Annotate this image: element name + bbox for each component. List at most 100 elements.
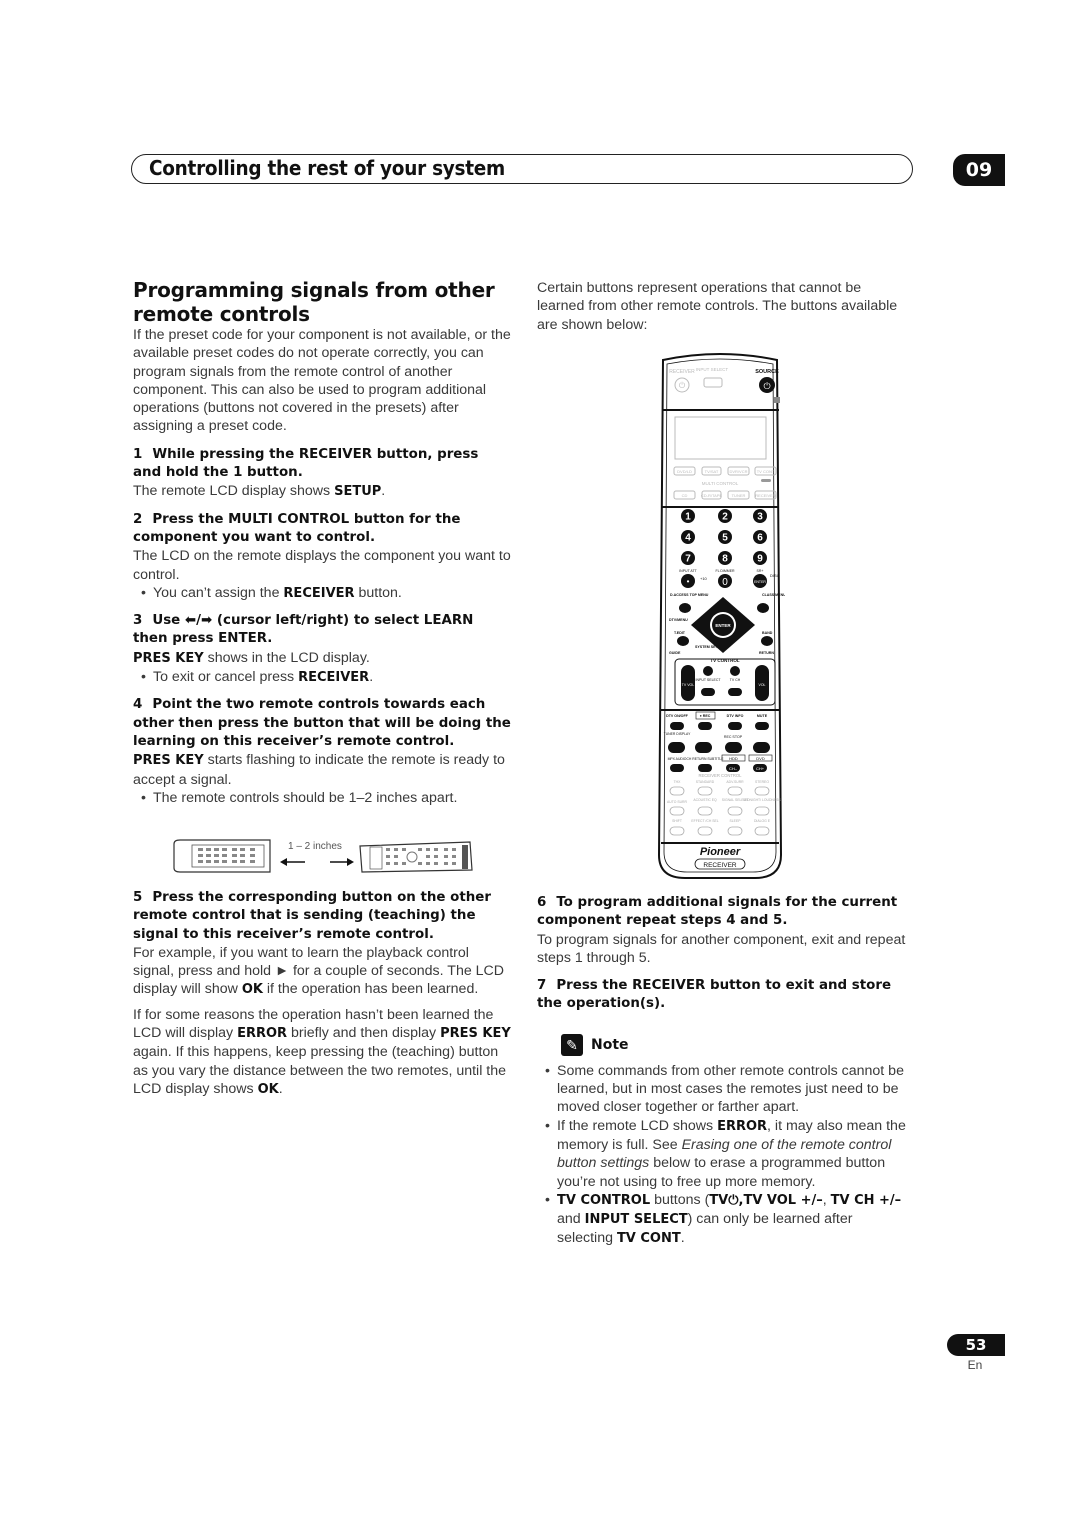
svg-text:SHIFT: SHIFT [672, 819, 682, 823]
step-3-bullet: To exit or cancel press RECEIVER. [133, 668, 511, 687]
svg-text:DTV/MENU: DTV/MENU [669, 618, 688, 622]
left-column: Programming signals from other remote co… [133, 278, 511, 807]
svg-text:TV CONTROL: TV CONTROL [710, 658, 739, 663]
svg-text:VOL: VOL [758, 683, 765, 687]
step-7-title: 7 Press the RECEIVER button to exit and s… [537, 978, 892, 1012]
page-number: 53 [947, 1334, 1005, 1356]
power-icon: ⏻ [763, 381, 770, 391]
step-6-body: To program signals for another component… [537, 931, 906, 966]
svg-text:ADV.SURR: ADV.SURR [726, 780, 744, 784]
svg-text:TUNER DISPLAY: TUNER DISPLAY [664, 732, 691, 736]
svg-text:SR+: SR+ [757, 569, 764, 573]
svg-text:CH–: CH– [729, 766, 738, 771]
svg-text:ACOUSTIC EQ: ACOUSTIC EQ [693, 798, 717, 802]
svg-text:TV CONT: TV CONT [757, 469, 775, 474]
right-intro-paragraph: Certain buttons represent operations tha… [537, 280, 898, 333]
step-5-paragraph-1: For example, if you want to learn the pl… [133, 944, 505, 998]
svg-text:BAND: BAND [762, 631, 773, 635]
note-label: Note [591, 1036, 629, 1053]
svg-text:INPUT ATT: INPUT ATT [679, 569, 697, 573]
step-5-paragraph-2: If for some reasons the operation hasn’t… [133, 1006, 511, 1097]
step-4-title: 4 Point the two remote controls towards e… [133, 697, 511, 749]
svg-text:DVD/LD: DVD/LD [677, 469, 692, 474]
svg-text:FL DIMMER: FL DIMMER [715, 569, 735, 573]
ir-sensor-icon [774, 397, 780, 403]
svg-text:CD-R/TAPE: CD-R/TAPE [701, 493, 723, 498]
step-1-title: 1 While pressing the RECEIVER button, pre… [133, 446, 479, 481]
svg-text:CH+: CH+ [756, 766, 765, 771]
svg-text:TV CH: TV CH [730, 678, 741, 682]
step-2-bullet: You can’t assign the RECEIVER button. [133, 584, 511, 603]
section-heading: Programming signals from other remote co… [133, 278, 495, 326]
step-1-body: The remote LCD display shows SETUP. [133, 483, 386, 500]
receiver-button-label: RECEIVER [703, 862, 737, 869]
svg-text:REC STOP: REC STOP [724, 735, 743, 739]
step-4-body: PRES KEY starts flashing to indicate the… [133, 752, 505, 788]
note-header: ✎ Note [561, 1033, 909, 1056]
svg-text:THX: THX [674, 780, 682, 784]
digit-label: 8 [722, 554, 728, 565]
svg-text:HDD: HDD [729, 756, 738, 761]
svg-text:CLASS MENU: CLASS MENU [762, 593, 785, 597]
note-bullet-2: If the remote LCD shows ERROR, it may al… [537, 1117, 909, 1191]
source-label: SOURCE [755, 369, 779, 375]
svg-text:0: 0 [722, 577, 728, 588]
step-2-title: 2 Press the MULTI CONTROL button for the … [133, 511, 461, 545]
receiver-remote-diagram: RECEIVER ⏻ INPUT SELECT SOURCE ⏻ DVD/LD … [657, 353, 785, 879]
enter-label: ENTER [715, 623, 731, 628]
chapter-title: Controlling the rest of your system [149, 156, 505, 180]
remotes-distance-illustration: 1 – 2 inches [173, 839, 473, 873]
svg-text:● REC: ● REC [700, 714, 711, 718]
step-4-bullet: The remote controls should be 1–2 inches… [133, 789, 511, 808]
svg-text:•: • [687, 577, 690, 586]
svg-text:T.EDIT: T.EDIT [674, 631, 686, 635]
note-bullet-1: Some commands from other remote controls… [537, 1062, 909, 1117]
digit-label: 3 [757, 512, 763, 523]
svg-text:DVD: DVD [756, 756, 765, 761]
step-5-title: 5 Press the corresponding button on the o… [133, 890, 491, 942]
intro-paragraph: If the preset code for your component is… [133, 327, 511, 435]
page-language: En [967, 1358, 983, 1372]
input-select-label: INPUT SELECT [696, 367, 728, 372]
digit-label: 1 [685, 512, 691, 523]
digit-label: 6 [757, 533, 763, 544]
svg-text:D.ACCESS TOP MENU: D.ACCESS TOP MENU [670, 593, 709, 597]
step-3-body: PRES KEY shows in the LCD display. [133, 649, 370, 666]
step-2-body: The LCD on the remote displays the compo… [133, 548, 511, 583]
teaching-remote-icon [173, 839, 271, 873]
svg-text:DTV ON/OFF: DTV ON/OFF [666, 714, 689, 718]
svg-text:+10: +10 [700, 576, 708, 581]
digit-label: 4 [685, 533, 691, 544]
svg-text:DTV INFO: DTV INFO [727, 714, 744, 718]
svg-text:MPX AUDIO: MPX AUDIO [668, 757, 687, 761]
svg-text:STEREO: STEREO [755, 780, 769, 784]
receiver-power-label: RECEIVER [669, 369, 695, 375]
right-column-lower: 6 To program additional signals for the c… [537, 894, 909, 1249]
multi-control-label: MULTI CONTROL [702, 481, 739, 486]
input-select-button [703, 377, 723, 388]
svg-text:RECEIVER: RECEIVER [755, 493, 776, 498]
svg-text:STANDARD: STANDARD [696, 780, 715, 784]
svg-text:CD: CD [682, 493, 688, 498]
receiver-remote-icon [359, 841, 473, 873]
right-intro: Certain buttons represent operations tha… [537, 279, 907, 334]
left-column-lower: 5 Press the corresponding button on the o… [133, 889, 511, 1099]
step-3-title: 3 Use ⬅/➡ (cursor left/right) to select L… [133, 613, 474, 647]
pencil-note-icon: ✎ [561, 1033, 583, 1056]
chapter-header-bar: Controlling the rest of your system [131, 154, 913, 184]
svg-text:SLEEP: SLEEP [730, 819, 742, 823]
digit-label: 5 [722, 533, 728, 544]
svg-text:TV/SAT: TV/SAT [705, 469, 719, 474]
svg-text:TUNER: TUNER [732, 493, 746, 498]
svg-text:MUTE: MUTE [757, 714, 768, 718]
step-6-title: 6 To program additional signals for the c… [537, 895, 898, 929]
svg-text:MIDNIGHT/ LOUDNESS: MIDNIGHT/ LOUDNESS [743, 798, 781, 802]
svg-text:ENTER: ENTER [754, 580, 766, 584]
lcd-display [674, 416, 767, 460]
arrow-right-icon [330, 858, 354, 866]
svg-text:AUTO SURR: AUTO SURR [667, 800, 687, 804]
svg-text:DISC: DISC [770, 573, 780, 578]
svg-text:CH RETURN SUBTITLE: CH RETURN SUBTITLE [686, 757, 724, 761]
svg-text:EFFECT /CH SEL: EFFECT /CH SEL [691, 819, 718, 823]
note-bullet-3: TV CONTROL buttons (TV⏻,TV VOL +/–, TV C… [537, 1191, 909, 1249]
